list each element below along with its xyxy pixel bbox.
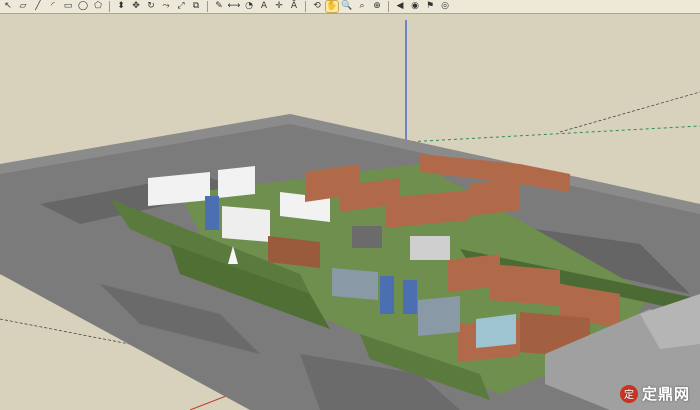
grey-building (418, 296, 460, 336)
white-building (222, 206, 270, 242)
white-building (218, 166, 255, 198)
rotate-tool-icon[interactable]: ↻ (145, 1, 157, 12)
eraser-tool-icon[interactable]: ▱ (17, 1, 29, 12)
small-structure (410, 236, 450, 260)
position-camera-icon[interactable]: ◉ (409, 1, 421, 12)
zoom-window-tool-icon[interactable]: ⌕ (356, 1, 368, 12)
zoom-tool-icon[interactable]: 🔍 (341, 1, 353, 12)
polygon-tool-icon[interactable]: ⬠ (92, 1, 104, 12)
protractor-tool-icon[interactable]: ◔ (243, 1, 255, 12)
blue-tower (205, 196, 219, 230)
watermark-brand: 定鼎网 (641, 385, 690, 403)
tape-measure-tool-icon[interactable]: ✎ (213, 1, 225, 12)
pan-tool-icon[interactable]: ✋ (325, 0, 339, 13)
blue-tower (403, 280, 417, 314)
small-structure (352, 226, 382, 248)
follow-me-tool-icon[interactable]: ⤳ (160, 1, 172, 12)
toolbar-separator (109, 1, 110, 12)
orbit-tool-icon[interactable]: ⟲ (311, 1, 323, 12)
previous-view-icon[interactable]: ◀ (394, 1, 406, 12)
white-building (148, 172, 210, 206)
watermark-logo-icon: 定 (619, 384, 638, 403)
brick-building (490, 264, 560, 306)
select-tool-icon[interactable]: ↖ (2, 1, 14, 12)
text-tool-icon[interactable]: A (258, 1, 270, 12)
sketchup-window: ↖ ▱ ╱ ◜ ▭ ◯ ⬠ ⬍ ✥ ↻ ⤳ ⤢ ⧉ ✎ ⟷ ◔ A ✛ Ā ⟲ ✋ 🔍 ⌕ ⊕ ◀ ◉ ⚑ ◎ (0, 0, 700, 410)
arc-tool-icon[interactable]: ◜ (47, 1, 59, 12)
move-tool-icon[interactable]: ✥ (130, 1, 142, 12)
toolbar-separator (305, 1, 306, 12)
zoom-extents-tool-icon[interactable]: ⊕ (371, 1, 383, 12)
scale-tool-icon[interactable]: ⤢ (175, 1, 187, 12)
rectangle-tool-icon[interactable]: ▭ (62, 1, 74, 12)
line-tool-icon[interactable]: ╱ (32, 1, 44, 12)
look-around-icon[interactable]: ◎ (439, 1, 451, 12)
axes-tool-icon[interactable]: ✛ (273, 1, 285, 12)
blue-tower (380, 276, 394, 314)
toolbar: ↖ ▱ ╱ ◜ ▭ ◯ ⬠ ⬍ ✥ ↻ ⤳ ⤢ ⧉ ✎ ⟷ ◔ A ✛ Ā ⟲ ✋ 🔍 ⌕ ⊕ ◀ ◉ ⚑ ◎ (0, 0, 700, 14)
circle-tool-icon[interactable]: ◯ (77, 1, 89, 12)
grey-building (332, 268, 378, 300)
push-pull-tool-icon[interactable]: ⬍ (115, 1, 127, 12)
glass-pavilion (476, 314, 516, 348)
walk-tool-icon[interactable]: ⚑ (424, 1, 436, 12)
dimension-tool-icon[interactable]: ⟷ (228, 1, 241, 12)
model-viewport[interactable] (0, 14, 700, 410)
watermark: 定 定鼎网 (619, 383, 690, 404)
brick-building (470, 178, 520, 216)
3d-text-tool-icon[interactable]: Ā (288, 1, 300, 12)
toolbar-separator (388, 1, 389, 12)
toolbar-separator (207, 1, 208, 12)
offset-tool-icon[interactable]: ⧉ (190, 1, 202, 12)
